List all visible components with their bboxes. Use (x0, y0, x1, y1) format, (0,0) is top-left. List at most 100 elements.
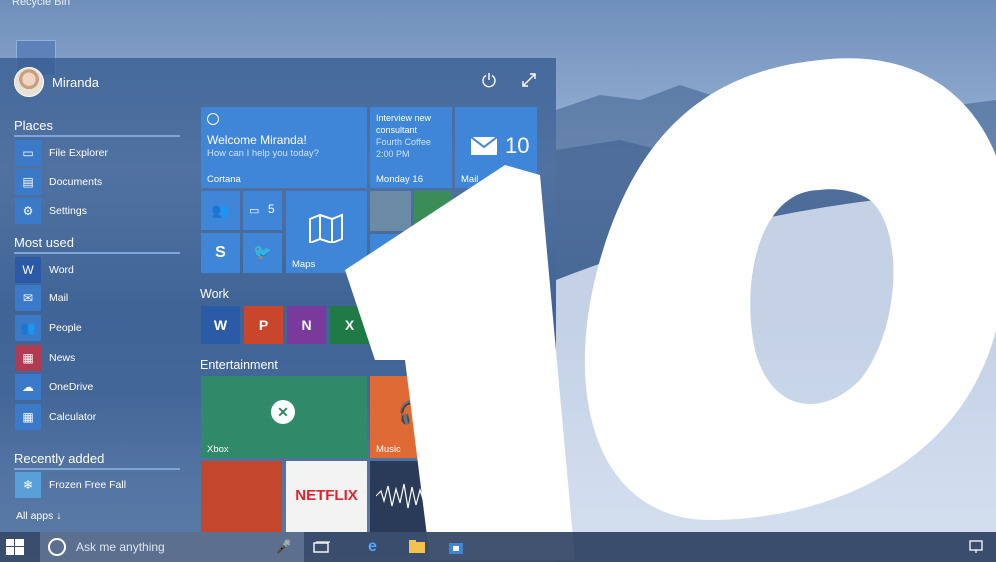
recently-added-heading: Recently added (14, 451, 180, 470)
word-tile[interactable]: W (201, 306, 240, 344)
calendar-event-time: 2:00 PM (376, 149, 410, 159)
most-used-item-onedrive[interactable]: ☁ OneDrive (15, 374, 181, 400)
taskbar: Ask me anything 🎤 e (0, 532, 996, 562)
avatar (14, 67, 44, 97)
xbox-tile[interactable]: ✕ Xbox (201, 376, 367, 458)
places-heading: Places (14, 118, 180, 137)
recent-item-frozen-free-fall[interactable]: ❄ Frozen Free Fall (15, 472, 181, 498)
folder-icon: ▭ (15, 140, 41, 166)
user-name: Miranda (52, 74, 99, 90)
people-icon: 👥 (211, 202, 230, 218)
cortana-subtitle: How can I help you today? (207, 148, 319, 159)
item-label: Documents (49, 176, 103, 188)
mail-icon: ✉ (15, 285, 41, 311)
file-explorer-icon[interactable] (408, 538, 426, 556)
cortana-tile[interactable]: Welcome Miranda! How can I help you toda… (201, 107, 367, 188)
all-apps-button[interactable]: All apps ↓ (16, 510, 62, 522)
cortana-icon (48, 538, 66, 556)
calendar-event-line1: Interview new (376, 113, 432, 123)
item-label: News (49, 352, 76, 364)
item-label: File Explorer (49, 147, 108, 159)
video-tile[interactable]: Video (455, 376, 537, 458)
calculator-icon: ▦ (15, 404, 41, 430)
word-icon: W (213, 317, 228, 333)
microphone-icon[interactable]: 🎤 (276, 539, 292, 555)
most-used-item-calculator[interactable]: ▦ Calculator (15, 404, 181, 430)
edge-browser-icon[interactable]: e (368, 538, 386, 556)
gear-icon: ⚙ (15, 198, 41, 224)
most-used-item-people[interactable]: 👥 People (15, 315, 181, 341)
powerpoint-icon: P (258, 317, 269, 333)
places-item-settings[interactable]: ⚙ Settings (15, 198, 181, 224)
most-used-item-mail[interactable]: ✉ Mail (15, 285, 181, 311)
most-used-item-news[interactable]: ▦ News (15, 345, 181, 371)
app-tile[interactable] (370, 234, 452, 273)
user-account[interactable]: Miranda (14, 67, 99, 97)
start-menu: Miranda Places ▭ File Explorer ▤ Documents… (0, 58, 556, 532)
calendar-event-line2: consultant (376, 125, 418, 135)
item-label: Settings (49, 205, 87, 217)
twitter-icon: 🐦 (253, 244, 272, 261)
search-placeholder: Ask me anything (76, 540, 165, 554)
item-label: Mail (49, 292, 69, 304)
maps-tile[interactable]: Maps (286, 191, 367, 273)
documents-icon: ▤ (15, 169, 41, 195)
item-label: OneDrive (49, 381, 94, 393)
excel-tile[interactable]: X (330, 306, 369, 344)
powerpoint-tile[interactable]: P (244, 306, 283, 344)
calendar-event-location: Fourth Coffee (376, 137, 431, 147)
messaging-count: 5 (268, 202, 275, 216)
cortana-title: Welcome Miranda! (207, 133, 307, 147)
headphones-icon: 🎧 (398, 400, 426, 425)
netflix-logo: NETFLIX (295, 487, 358, 504)
store-icon[interactable] (447, 538, 465, 556)
item-label: Calculator (49, 411, 97, 423)
mail-count: 10 (505, 133, 530, 158)
power-icon[interactable] (480, 72, 498, 90)
contact-photo-tile[interactable] (370, 191, 411, 231)
cortana-search-box[interactable]: Ask me anything 🎤 (40, 532, 304, 562)
work-group-title: Work (200, 287, 229, 301)
work-app-tile[interactable] (414, 306, 452, 344)
excel-icon: X (344, 317, 355, 333)
word-icon: W (15, 257, 41, 283)
audio-app-tile[interactable] (370, 461, 452, 532)
netflix-tile[interactable]: NETFLIX (286, 461, 367, 532)
people-icon: 👥 (15, 315, 41, 341)
green-app-tile[interactable] (414, 191, 452, 231)
most-used-item-word[interactable]: W Word (15, 257, 181, 283)
skype-tile[interactable]: S (201, 233, 240, 273)
most-used-heading: Most used (14, 235, 180, 254)
xbox-label: Xbox (207, 444, 229, 455)
item-label: People (49, 322, 82, 334)
places-item-documents[interactable]: ▤ Documents (15, 169, 181, 195)
mail-icon (471, 137, 497, 155)
xbox-icon: ✕ (271, 400, 295, 424)
places-item-file-explorer[interactable]: ▭ File Explorer (15, 140, 181, 166)
news-icon: ▦ (15, 345, 41, 371)
cars-game-tile[interactable] (201, 461, 282, 532)
mail-tile[interactable]: 10 Mail (455, 107, 537, 188)
task-view-icon[interactable] (312, 538, 330, 556)
onedrive-icon: ☁ (15, 374, 41, 400)
expand-icon[interactable] (520, 72, 538, 90)
onenote-tile[interactable]: N (287, 306, 326, 344)
music-label: Music (376, 444, 401, 455)
onenote-icon: N (301, 317, 312, 333)
windows-start-icon[interactable] (6, 539, 24, 555)
maps-label: Maps (292, 259, 316, 270)
calendar-label: Monday 16 (376, 174, 424, 185)
calendar-tile[interactable]: Interview new consultant Fourth Coffee 2… (370, 107, 452, 188)
entertainment-group-title: Entertainment (200, 358, 278, 372)
people-tile[interactable]: 👥 (201, 191, 240, 230)
twitter-tile[interactable]: 🐦 (243, 233, 282, 273)
messaging-tile[interactable]: ▭ 5 (243, 191, 282, 230)
item-label: Word (49, 264, 74, 276)
skype-icon: S (215, 244, 226, 261)
music-tile[interactable]: 🎧 Music (370, 376, 452, 458)
frozen-icon: ❄ (15, 472, 41, 498)
video-label: Video (461, 444, 486, 455)
message-icon: ▭ (249, 205, 260, 217)
action-center-icon[interactable] (968, 538, 986, 556)
recycle-bin-label[interactable]: Recycle Bin (12, 0, 70, 8)
